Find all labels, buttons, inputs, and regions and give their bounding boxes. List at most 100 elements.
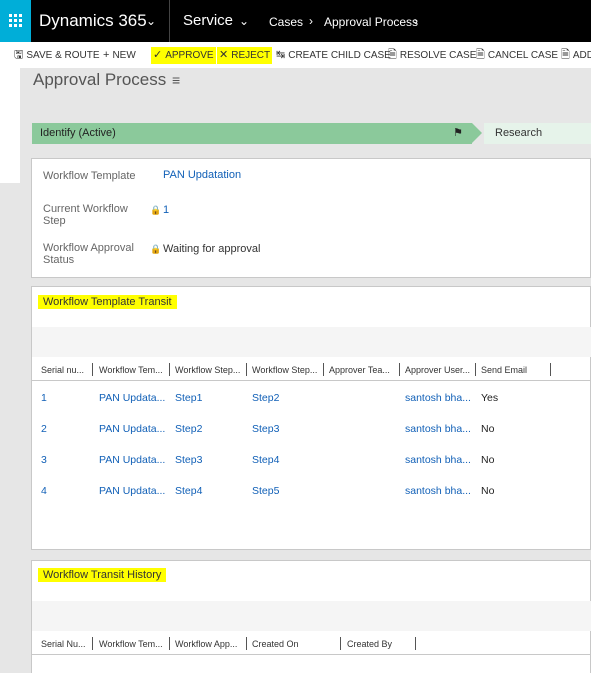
column-header-serial[interactable]: Serial nu... [41,365,84,375]
new-button[interactable]: + NEW [103,47,136,64]
to-step-link[interactable]: Step2 [252,392,279,404]
stage-research-label: Research [495,127,543,139]
save-route-button[interactable]: 🖫 SAVE & ROUTE [14,47,100,64]
column-divider[interactable] [92,363,93,376]
approver-user-link[interactable]: santosh bha... [405,454,471,466]
to-step-link[interactable]: Step3 [252,423,279,435]
area-menu-service[interactable]: Service [183,12,233,29]
history-grid-toolbar [32,601,591,631]
create-child-case-button[interactable]: ↹ CREATE CHILD CASE [276,47,391,64]
close-icon: ✕ [219,49,229,61]
transit-section-title: Workflow Template Transit [38,295,177,309]
left-panel-strip [0,68,20,183]
approval-status-value: Waiting for approval [163,243,261,255]
column-divider[interactable] [169,363,170,376]
from-step-link[interactable]: Step1 [175,392,202,404]
chevron-down-icon[interactable]: ⌄ [239,14,249,28]
workflow-template-link[interactable]: PAN Updatation [163,169,241,181]
template-link[interactable]: PAN Updata... [99,423,165,435]
template-link[interactable]: PAN Updata... [99,454,165,466]
column-header-workflow-approval[interactable]: Workflow App... [175,639,237,649]
column-divider[interactable] [323,363,324,376]
cancel-document-icon: 🗎 [476,49,485,61]
breadcrumb-cases[interactable]: Cases [269,15,303,29]
column-header-send-email[interactable]: Send Email [481,365,527,375]
column-header-created-by[interactable]: Created By [347,639,392,649]
lock-icon: 🔒 [150,244,162,254]
save-icon: 🖫 [14,49,24,61]
column-header-to-step[interactable]: Workflow Step... [252,365,317,375]
check-icon: ✓ [153,49,163,61]
approver-user-link[interactable]: santosh bha... [405,485,471,497]
history-section-title: Workflow Transit History [38,568,167,582]
resolve-case-button[interactable]: 🗎 RESOLVE CASE [388,47,476,64]
column-divider[interactable] [415,637,416,650]
column-divider[interactable] [246,363,247,376]
history-panel: Workflow Transit History Serial Nu... Wo… [31,560,591,673]
template-link[interactable]: PAN Updata... [99,392,165,404]
column-divider[interactable] [550,363,551,376]
column-header-workflow-template[interactable]: Workflow Tem... [99,639,163,649]
breadcrumb-approval-process[interactable]: Approval Process [324,15,418,29]
approval-status-label-line2: Status [43,254,75,266]
history-grid-header: Serial Nu... Workflow Tem... Workflow Ap… [32,633,591,655]
column-header-approver-user[interactable]: Approver User... [405,365,470,375]
top-navigation-bar: Dynamics 365 ⌄ Service ⌄ Cases › Approva… [0,0,591,42]
column-divider[interactable] [475,363,476,376]
summary-panel: Workflow Template PAN Updatation Current… [31,158,591,278]
chevron-down-icon[interactable]: ⌄ [146,14,156,28]
column-divider[interactable] [340,637,341,650]
to-step-link[interactable]: Step5 [252,485,279,497]
column-header-from-step[interactable]: Workflow Step... [175,365,240,375]
from-step-link[interactable]: Step3 [175,454,202,466]
app-launcher-button[interactable] [0,0,31,42]
business-process-flow: Identify (Active) ⚑ Research [32,123,591,144]
document-icon: 🗎 [388,49,397,61]
column-header-created-on[interactable]: Created On [252,639,299,649]
column-header-workflow-template[interactable]: Workflow Tem... [99,365,163,375]
current-step-value: 1 [163,204,170,216]
current-step-label-line2: Step [43,215,66,227]
send-email-value: No [481,423,495,435]
transit-grid-header: Serial nu... Workflow Tem... Workflow St… [32,359,591,381]
column-header-serial[interactable]: Serial Nu... [41,639,86,649]
send-email-value: Yes [481,392,499,404]
serial-link[interactable]: 4 [41,485,47,497]
column-divider[interactable] [169,637,170,650]
page-title: Approval Process [33,70,167,89]
column-divider[interactable] [246,637,247,650]
add-icon: 🗎 [561,49,570,61]
send-email-value: No [481,454,495,466]
waffle-icon [9,14,22,27]
from-step-link[interactable]: Step2 [175,423,202,435]
column-divider[interactable] [399,363,400,376]
nav-divider [169,0,170,42]
approval-status-label-line1: Workflow Approval [43,242,134,254]
template-link[interactable]: PAN Updata... [99,485,165,497]
to-step-link[interactable]: Step4 [252,454,279,466]
lock-icon: 🔒 [150,205,162,215]
list-menu-icon[interactable]: ≡ [172,72,180,88]
stage-chevron [472,123,482,143]
serial-link[interactable]: 1 [41,392,47,404]
column-divider[interactable] [92,637,93,650]
add-button[interactable]: 🗎 ADD [561,47,591,64]
current-step-label-line1: Current Workflow [43,203,128,215]
serial-link[interactable]: 3 [41,454,47,466]
cancel-case-button[interactable]: 🗎 CANCEL CASE [476,47,558,64]
plus-icon: + [103,49,110,61]
transit-grid-toolbar [32,327,591,357]
approve-button[interactable]: ✓ APPROVE [151,47,216,64]
approver-user-link[interactable]: santosh bha... [405,392,471,404]
workflow-template-label: Workflow Template [43,170,136,182]
brand-title[interactable]: Dynamics 365 [39,11,147,31]
transit-panel: Workflow Template Transit Serial nu... W… [31,286,591,550]
serial-link[interactable]: 2 [41,423,47,435]
chevron-right-icon[interactable]: › [414,14,418,28]
from-step-link[interactable]: Step4 [175,485,202,497]
approver-user-link[interactable]: santosh bha... [405,423,471,435]
chevron-right-icon: › [309,14,313,28]
reject-button[interactable]: ✕ REJECT [217,47,273,64]
column-header-approver-team[interactable]: Approver Tea... [329,365,390,375]
stage-identify-label: Identify (Active) [40,127,116,139]
